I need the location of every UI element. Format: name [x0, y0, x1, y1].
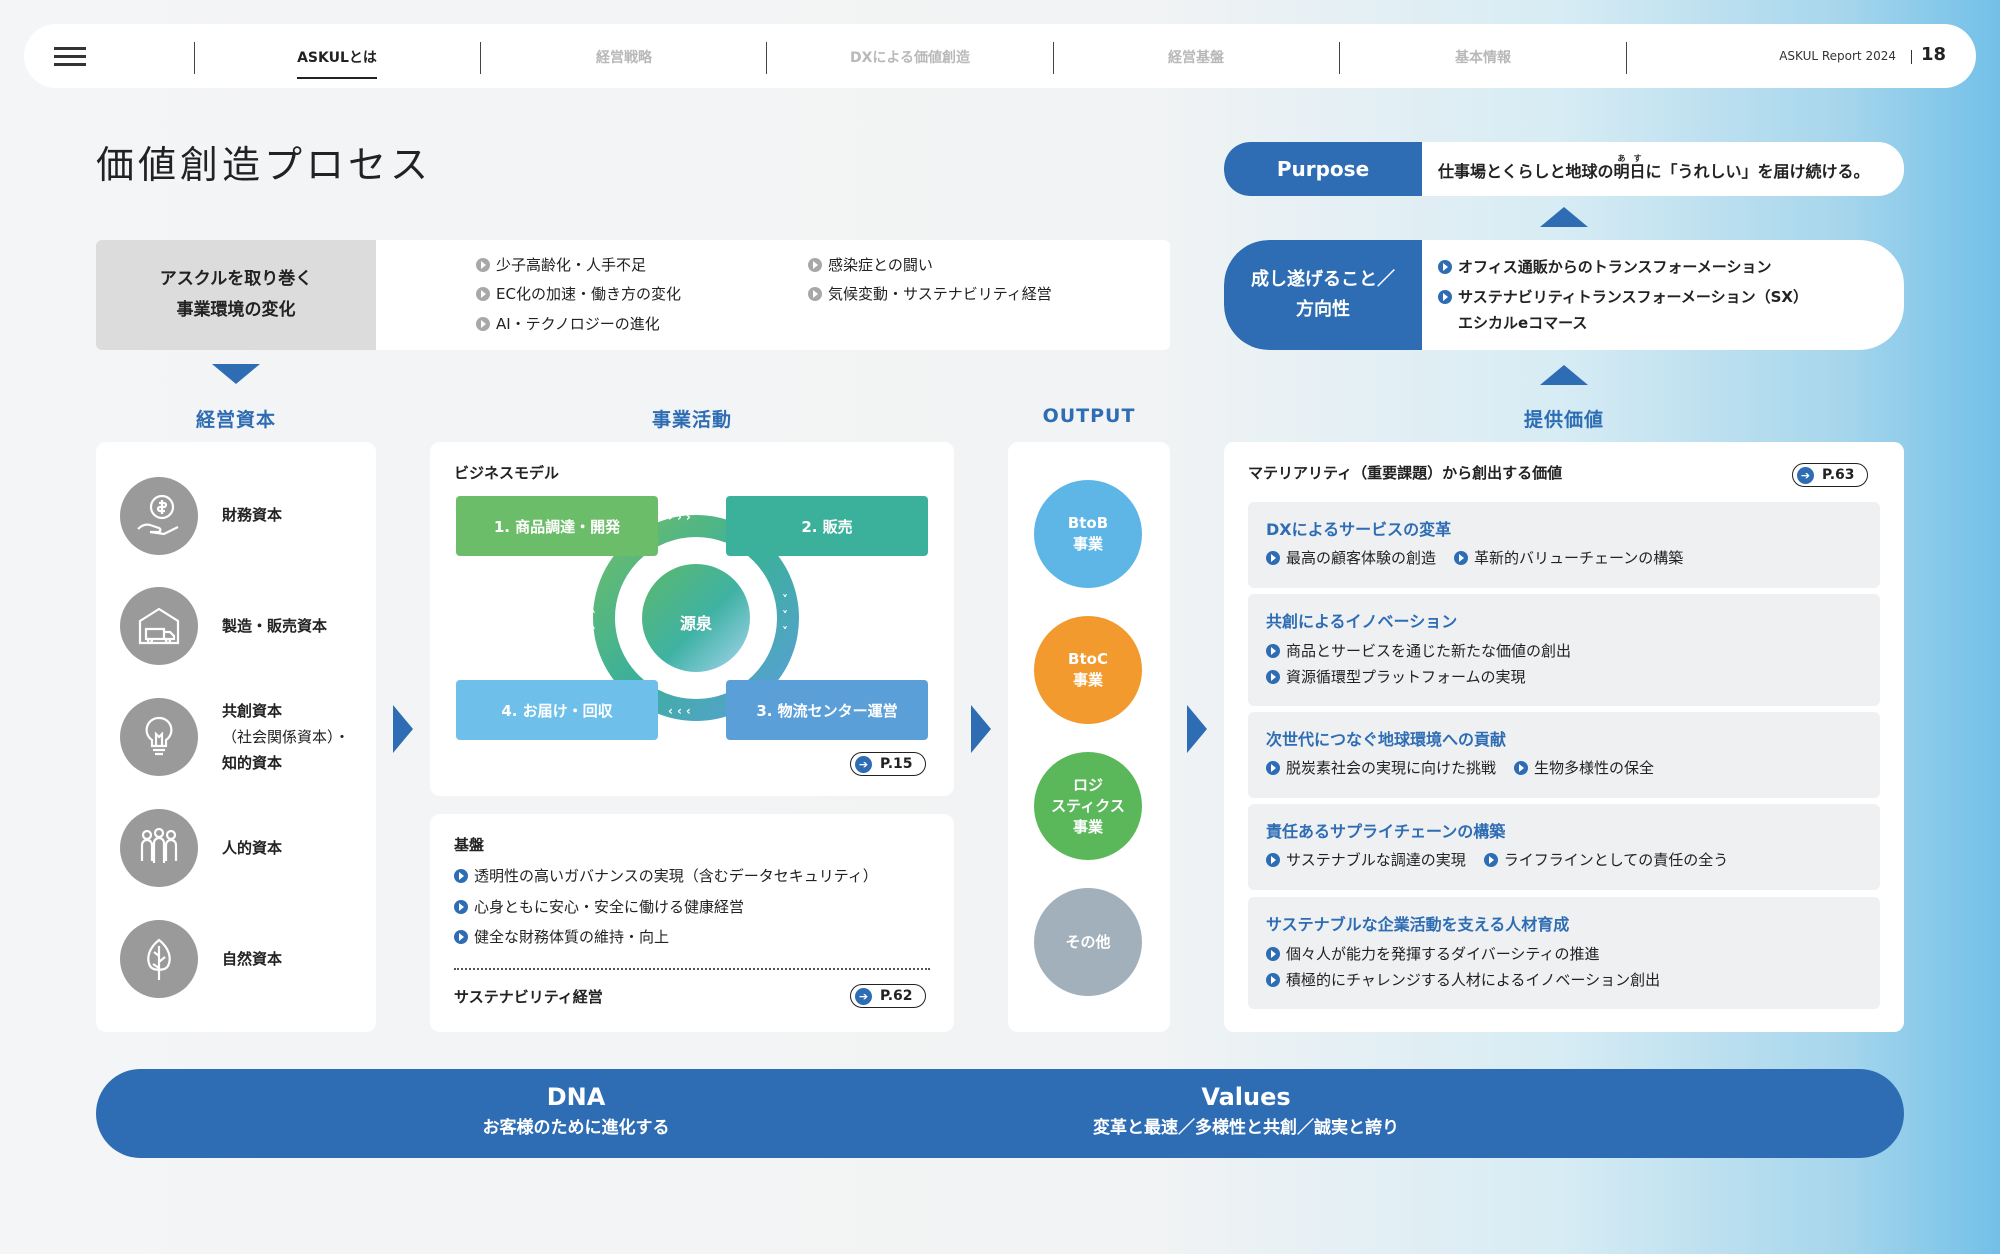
purpose-text: 仕事場とくらしと地球の明日あすに「うれしい」を届け続ける。	[1438, 154, 1870, 181]
value-item: DXによるサービスの変革 最高の顧客体験の創造 革新的バリューチェーンの構築	[1248, 502, 1880, 588]
value-item: 共創によるイノベーション 商品とサービスを通じた新たな価値の創出 資源循環型プラ…	[1248, 594, 1880, 706]
environment-label: アスクルを取り巻く 事業環境の変化	[96, 240, 376, 350]
capital-label: 財務資本	[222, 506, 283, 524]
capital-panel: 財務資本 製造・販売資本 共創資本 （社会関係資本）・ 知的資本 人的資本 自然資本	[96, 442, 376, 1032]
people-icon	[120, 809, 198, 887]
arrow-up-icon	[1540, 207, 1588, 227]
nav-divider	[1053, 42, 1054, 74]
activity-heading: 事業活動	[651, 409, 732, 431]
nav-tab-foundation[interactable]: 経営基盤	[1096, 47, 1296, 67]
value-item: サステナブルな企業活動を支える人材育成 個々人が能力を発揮するダイバーシティの推…	[1248, 897, 1880, 1009]
capital-label: 人的資本	[222, 839, 283, 857]
report-name: ASKUL Report 2024	[1779, 49, 1896, 63]
bm-step-procurement: 1. 商品調達・開発	[456, 496, 658, 556]
foundation-title: 基盤	[454, 836, 485, 854]
report-divider	[1911, 50, 1912, 64]
output-btoc: BtoC 事業	[1034, 616, 1142, 724]
page-ref-button[interactable]: ➔ P.63	[1792, 463, 1868, 487]
capital-heading: 経営資本	[195, 409, 276, 431]
direction-item: サステナビリティトランスフォーメーション（SX）	[1438, 286, 1808, 307]
bm-step-logistics: 3. 物流センター運営	[726, 680, 928, 740]
lightbulb-icon	[120, 698, 198, 776]
nav-divider	[480, 42, 481, 74]
page-ref-button[interactable]: ➔ P.15	[850, 752, 926, 776]
money-hand-icon	[120, 477, 198, 555]
value-item: 責任あるサプライチェーンの構築 サステナブルな調達の実現 ライフラインとしての責任…	[1248, 804, 1880, 890]
environment-item: 少子高齢化・人手不足	[476, 254, 646, 275]
page-ref-button[interactable]: ➔ P.62	[850, 984, 926, 1008]
cycle-center-label: 源泉	[679, 614, 712, 633]
value-item: 次世代につなぐ地球環境への貢献 脱炭素社会の実現に向けた挑戦 生物多様性の保全	[1248, 712, 1880, 798]
nav-divider	[766, 42, 767, 74]
nav-tab-basic-info[interactable]: 基本情報	[1383, 47, 1583, 67]
nav-tab-strategy[interactable]: 経営戦略	[524, 47, 724, 67]
capital-label: 自然資本	[222, 950, 283, 968]
dna-values-banner: DNA お客様のために進化する Values 変革と最速／多様性と共創／誠実と誇…	[96, 1069, 1904, 1158]
business-environment-panel: アスクルを取り巻く 事業環境の変化 少子高齢化・人手不足 EC化の加速・働き方の変…	[96, 240, 1170, 350]
arrow-up-icon	[1540, 365, 1588, 385]
cycle-arrow-icon: ‹‹‹	[668, 704, 695, 718]
dotted-divider	[454, 968, 930, 970]
foundation-item: 心身ともに安心・安全に働ける健康経営	[454, 896, 744, 917]
warehouse-truck-icon	[120, 587, 198, 665]
business-model-panel: ビジネスモデル 源泉 ››› ‹‹‹ ˅ ˅ ˅ ˄ ˄ ˄ 1. 商品調達・開発 2.…	[430, 442, 954, 796]
direction-item: オフィス通販からのトランスフォーメーション	[1438, 256, 1772, 277]
capital-label: 製造・販売資本	[222, 617, 328, 635]
bm-step-delivery: 4. お届け・回収	[456, 680, 658, 740]
nav-tab-askul[interactable]: ASKULとは	[237, 47, 437, 79]
environment-item: AI・テクノロジーの進化	[476, 313, 660, 334]
nav-divider	[1626, 42, 1627, 74]
foundation-item: 健全な財務体質の維持・向上	[454, 926, 669, 947]
environment-item: EC化の加速・働き方の変化	[476, 283, 681, 304]
foundation-item: 透明性の高いガバナンスの実現（含むデータセキュリティ）	[454, 865, 878, 886]
cycle-arrow-icon: ˅ ˅ ˅	[782, 593, 788, 639]
environment-item: 気候変動・サステナビリティ経営	[808, 283, 1052, 304]
purpose-label: Purpose	[1224, 142, 1422, 196]
arrow-right-icon	[1187, 705, 1207, 753]
values-block: Values 変革と最速／多様性と共創／誠実と誇り	[1093, 1083, 1399, 1138]
hamburger-menu-icon[interactable]	[54, 47, 86, 67]
nav-divider	[194, 42, 195, 74]
value-title: マテリアリティ（重要課題）から創出する価値	[1248, 464, 1563, 482]
foundation-footer: サステナビリティ経営	[454, 988, 603, 1006]
arrow-right-icon	[971, 705, 991, 753]
value-panel: マテリアリティ（重要課題）から創出する価値 ➔ P.63 DXによるサービスの変革…	[1224, 442, 1904, 1032]
arrow-right-icon	[393, 705, 413, 753]
page-title: 価値創造プロセス	[96, 143, 433, 187]
nav-tab-dx[interactable]: DXによる価値創造	[810, 47, 1010, 67]
top-navigation-bar: ASKULとは 経営戦略 DXによる価値創造 経営基盤 基本情報 ASKUL R…	[24, 24, 1976, 88]
value-heading: 提供価値	[1523, 409, 1604, 431]
direction-item: エシカルeコマース	[1458, 314, 1588, 332]
output-logistics: ロジ スティクス 事業	[1034, 752, 1142, 860]
capital-label: 共創資本 （社会関係資本）・ 知的資本	[222, 702, 350, 772]
environment-item: 感染症との闘い	[808, 254, 933, 275]
business-model-title: ビジネスモデル	[454, 464, 560, 482]
dna-block: DNA お客様のために進化する	[482, 1083, 670, 1138]
bm-step-sales: 2. 販売	[726, 496, 928, 556]
output-btob: BtoB 事業	[1034, 480, 1142, 588]
foundation-panel: 基盤 透明性の高いガバナンスの実現（含むデータセキュリティ） 心身ともに安心・安…	[430, 814, 954, 1032]
purpose-banner: Purpose 仕事場とくらしと地球の明日あすに「うれしい」を届け続ける。	[1224, 142, 1904, 196]
direction-label: 成し遂げること／ 方向性	[1224, 240, 1422, 350]
cycle-arrow-icon: ›››	[668, 510, 695, 524]
output-other: その他	[1034, 888, 1142, 996]
page-number: 18	[1920, 44, 1946, 65]
output-panel: BtoB 事業 BtoC 事業 ロジ スティクス 事業 その他	[1008, 442, 1170, 1032]
output-heading: OUTPUT	[1042, 405, 1136, 427]
direction-banner: 成し遂げること／ 方向性 オフィス通販からのトランスフォーメーション サステナビリ…	[1224, 240, 1904, 350]
cycle-arrow-icon: ˄ ˄ ˄	[590, 593, 596, 639]
leaf-icon	[120, 920, 198, 998]
arrow-down-icon	[212, 364, 260, 384]
nav-divider	[1339, 42, 1340, 74]
